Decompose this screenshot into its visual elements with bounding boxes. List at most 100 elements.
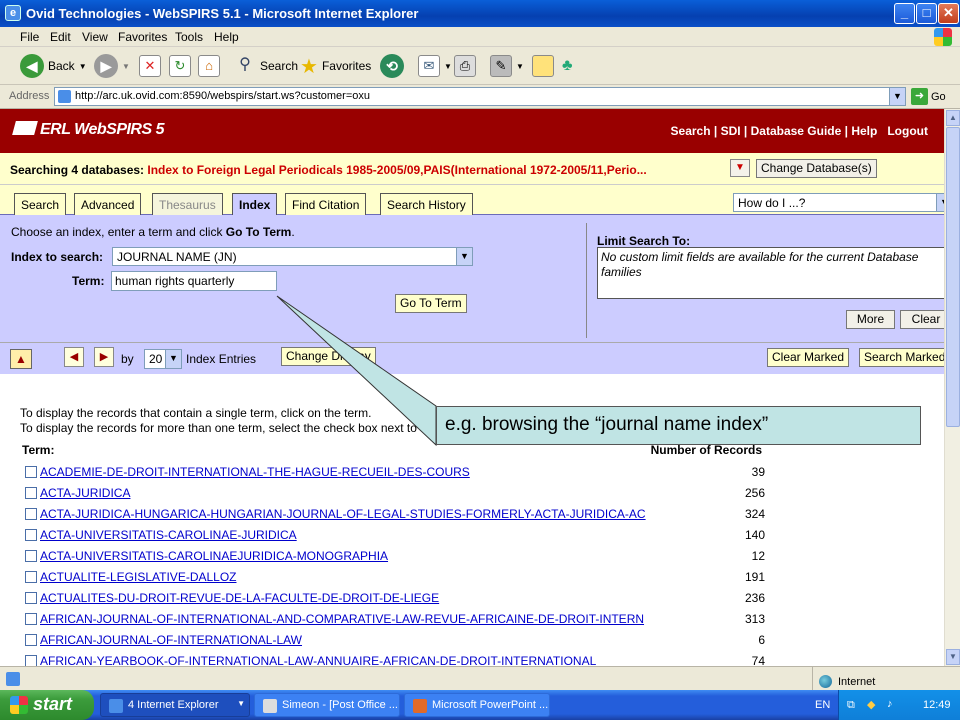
- search-button[interactable]: ⚲ Search: [234, 53, 298, 79]
- home-button[interactable]: ⌂: [198, 53, 220, 79]
- edit-button[interactable]: ✎ ▼: [490, 53, 524, 79]
- volume-icon[interactable]: ♪: [887, 698, 893, 710]
- term-link[interactable]: ACTUALITES-DU-DROIT-REVUE-DE-LA-FACULTE-…: [40, 591, 439, 605]
- search-marked-button[interactable]: Search Marked: [859, 348, 944, 367]
- scroll-thumb[interactable]: [946, 127, 960, 427]
- chevron-down-icon: ▼: [936, 194, 944, 211]
- taskbar-item-internet-explorer[interactable]: 4 Internet Explorer ▼: [100, 693, 250, 717]
- entries-count-select[interactable]: 20 ▼: [144, 349, 182, 369]
- close-button[interactable]: ✕: [938, 3, 959, 24]
- row-checkbox[interactable]: [25, 592, 37, 604]
- menu-favorites[interactable]: Favorites: [118, 30, 167, 44]
- tab-search-history[interactable]: Search History: [380, 193, 473, 215]
- stop-button[interactable]: ✕: [139, 53, 161, 79]
- row-checkbox[interactable]: [25, 634, 37, 646]
- term-link[interactable]: AFRICAN-JOURNAL-OF-INTERNATIONAL-LAW: [40, 633, 302, 647]
- favorites-button[interactable]: ★ Favorites: [300, 53, 371, 79]
- term-link[interactable]: ACTA-UNIVERSITATIS-CAROLINAE-JURIDICA: [40, 528, 297, 542]
- app-header: ERL WebSPIRS 5 Search | SDI | Database G…: [0, 109, 944, 153]
- messenger-button[interactable]: ♣: [562, 53, 573, 79]
- home-icon: ▲: [15, 352, 27, 366]
- minimize-button[interactable]: _: [894, 3, 915, 24]
- page-icon: [58, 90, 71, 103]
- forward-button[interactable]: ▶ ▼: [94, 53, 130, 79]
- home-icon: ⌂: [198, 55, 220, 77]
- menu-edit[interactable]: Edit: [50, 30, 71, 44]
- go-button[interactable]: ➜ Go: [911, 88, 946, 105]
- clear-marked-button[interactable]: Clear Marked: [767, 348, 850, 367]
- record-count: 191: [744, 570, 765, 584]
- term-link[interactable]: ACTA-UNIVERSITATIS-CAROLINAEJURIDICA-MON…: [40, 549, 388, 563]
- table-row: ACTA-UNIVERSITATIS-CAROLINAE-JURIDICA 140: [25, 526, 765, 547]
- row-checkbox[interactable]: [25, 613, 37, 625]
- menu-file[interactable]: File: [20, 30, 39, 44]
- print-button[interactable]: ⎙: [454, 53, 476, 79]
- form-divider: [586, 223, 587, 338]
- scroll-down-icon[interactable]: ▼: [946, 649, 960, 665]
- term-input[interactable]: human rights quarterly: [111, 271, 277, 291]
- scroll-up-icon[interactable]: ▲: [946, 110, 960, 126]
- maximize-button[interactable]: □: [916, 3, 937, 24]
- annotation-callout: e.g. browsing the “journal name index”: [436, 406, 921, 445]
- index-select[interactable]: JOURNAL NAME (JN) ▼: [112, 247, 473, 266]
- term-link[interactable]: ACTUALITE-LEGISLATIVE-DALLOZ: [40, 570, 237, 584]
- search-label: Search: [260, 59, 299, 73]
- database-bar: Searching 4 databases: Index to Foreign …: [0, 153, 944, 185]
- erl-logo-icon: [12, 121, 38, 135]
- refresh-button[interactable]: ↻: [169, 53, 191, 79]
- security-icon[interactable]: ◆: [867, 698, 875, 711]
- menu-help[interactable]: Help: [214, 30, 239, 44]
- database-dropdown-button[interactable]: ▼: [730, 159, 750, 177]
- row-checkbox[interactable]: [25, 466, 37, 478]
- term-link[interactable]: ACADEMIE-DE-DROIT-INTERNATIONAL-THE-HAGU…: [40, 465, 470, 479]
- previous-page-button[interactable]: ◀: [64, 347, 84, 367]
- taskbar-item-post-office[interactable]: Simeon - [Post Office ...: [254, 693, 400, 717]
- index-home-button[interactable]: ▲: [10, 349, 32, 369]
- go-to-term-button[interactable]: Go To Term: [395, 294, 467, 313]
- more-button[interactable]: More: [846, 310, 895, 329]
- change-display-button[interactable]: Change Display: [281, 347, 376, 366]
- row-checkbox[interactable]: [25, 508, 37, 520]
- row-checkbox[interactable]: [25, 571, 37, 583]
- discuss-button[interactable]: [532, 53, 554, 79]
- change-database-button[interactable]: Change Database(s): [756, 159, 877, 178]
- term-link[interactable]: ACTA-JURIDICA-HUNGARICA-HUNGARIAN-JOURNA…: [40, 507, 646, 521]
- next-page-button[interactable]: ▶: [94, 347, 114, 367]
- tab-advanced[interactable]: Advanced: [74, 193, 142, 215]
- term-link[interactable]: AFRICAN-JOURNAL-OF-INTERNATIONAL-AND-COM…: [40, 612, 644, 626]
- vertical-scrollbar[interactable]: ▲ ▼: [944, 109, 960, 666]
- back-button[interactable]: ◀ Back ▼: [20, 53, 87, 79]
- row-checkbox[interactable]: [25, 550, 37, 562]
- index-form: Choose an index, enter a term and click …: [0, 215, 944, 342]
- edit-icon: ✎: [490, 55, 512, 77]
- menu-view[interactable]: View: [82, 30, 108, 44]
- tab-search[interactable]: Search: [14, 193, 67, 215]
- tab-find-citation[interactable]: Find Citation: [285, 193, 367, 215]
- limit-title: Limit Search To:: [597, 234, 691, 248]
- app-logo: ERL WebSPIRS 5: [12, 121, 165, 139]
- taskbar-item-powerpoint[interactable]: Microsoft PowerPoint ...: [404, 693, 550, 717]
- start-button[interactable]: start: [0, 690, 94, 720]
- mail-button[interactable]: ✉ ▼: [418, 53, 452, 79]
- address-input[interactable]: http://arc.uk.ovid.com:8590/webspirs/sta…: [54, 87, 906, 106]
- table-row: ACTUALITES-DU-DROIT-REVUE-DE-LA-FACULTE-…: [25, 589, 765, 610]
- tab-thesaurus[interactable]: Thesaurus: [152, 193, 223, 215]
- row-checkbox[interactable]: [25, 655, 37, 666]
- term-link[interactable]: AFRICAN-YEARBOOK-OF-INTERNATIONAL-LAW-AN…: [40, 654, 596, 666]
- menu-bar: File Edit View Favorites Tools Help: [0, 27, 960, 47]
- term-link[interactable]: ACTA-JURIDICA: [40, 486, 130, 500]
- row-checkbox[interactable]: [25, 529, 37, 541]
- row-checkbox[interactable]: [25, 487, 37, 499]
- page-content: ERL WebSPIRS 5 Search | SDI | Database G…: [0, 109, 944, 666]
- clear-button[interactable]: Clear: [900, 310, 944, 329]
- left-arrow-icon: ◀: [69, 351, 79, 363]
- top-nav[interactable]: Search | SDI | Database Guide | Help Log…: [671, 124, 928, 138]
- how-do-i-select[interactable]: How do I ...? ▼: [733, 193, 944, 212]
- chevron-down-icon[interactable]: ▼: [889, 88, 905, 105]
- stop-icon: ✕: [139, 55, 161, 77]
- network-icon[interactable]: ⧉: [847, 699, 855, 712]
- language-indicator[interactable]: EN: [815, 699, 830, 711]
- menu-tools[interactable]: Tools: [175, 30, 203, 44]
- tab-index[interactable]: Index: [232, 193, 278, 216]
- history-button[interactable]: ⟲: [380, 53, 404, 79]
